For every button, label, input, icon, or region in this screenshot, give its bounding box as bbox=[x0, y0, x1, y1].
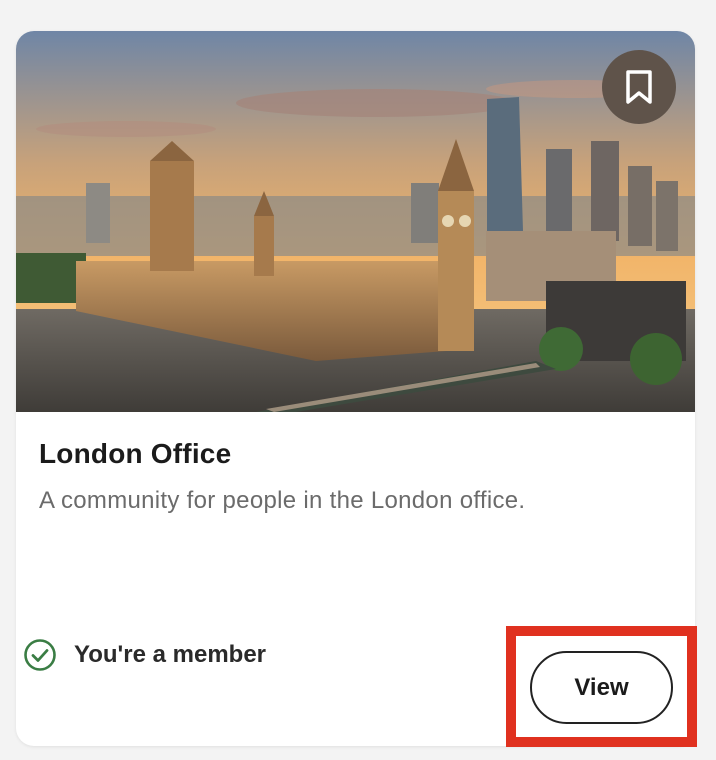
membership-status: You're a member bbox=[23, 638, 266, 672]
bookmark-button[interactable] bbox=[602, 50, 676, 124]
bookmark-icon bbox=[626, 70, 652, 104]
community-description: A community for people in the London off… bbox=[39, 487, 526, 514]
membership-status-label: You're a member bbox=[74, 641, 266, 668]
card-content: London Office A community for people in … bbox=[39, 412, 672, 515]
view-button[interactable]: View bbox=[530, 651, 673, 724]
community-title: London Office bbox=[39, 438, 232, 469]
london-skyline-photo bbox=[16, 31, 695, 412]
check-circle-icon bbox=[24, 639, 56, 671]
page: London Office A community for people in … bbox=[0, 0, 716, 760]
community-cover-image bbox=[16, 31, 695, 412]
